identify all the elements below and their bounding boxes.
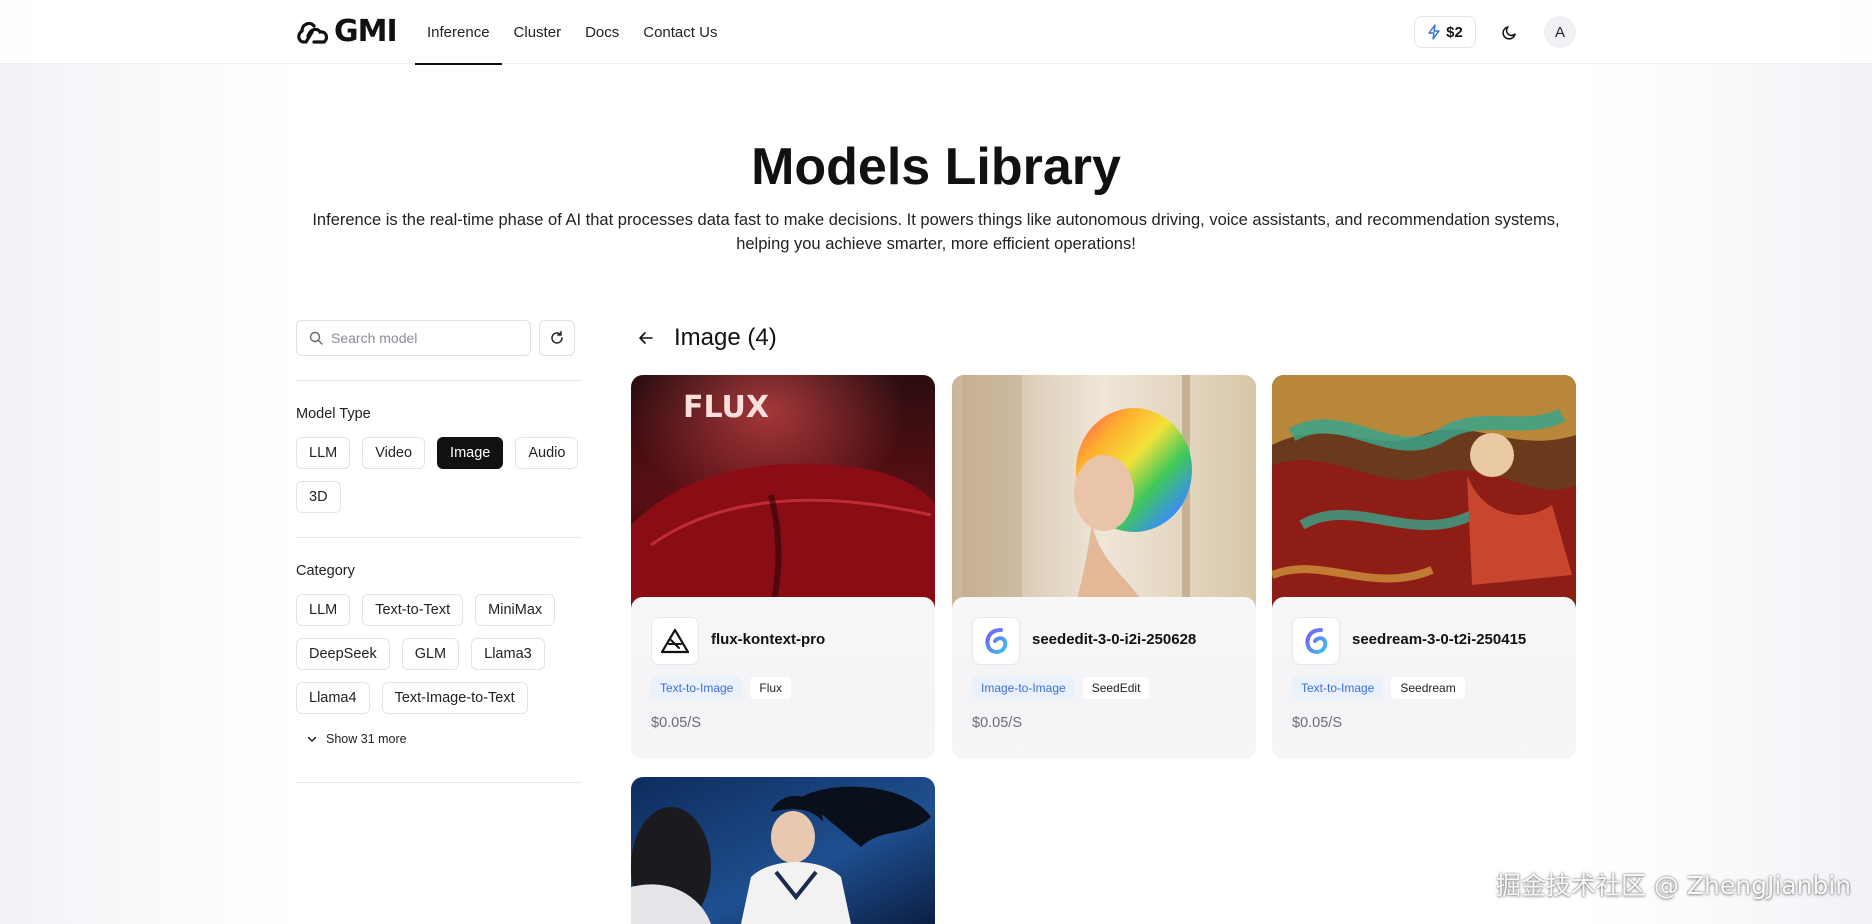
model-price: $0.05/S: [1292, 715, 1342, 731]
refresh-button[interactable]: [539, 320, 575, 356]
seed-logo-icon: [972, 617, 1020, 665]
credit-amount: $2: [1446, 23, 1463, 41]
model-preview-image: [952, 375, 1256, 615]
model-card-4[interactable]: [631, 777, 935, 924]
show-more-label: Show 31 more: [326, 732, 407, 746]
page-description: Inference is the real-time phase of AI t…: [296, 208, 1576, 256]
category-title: Image (4): [674, 324, 777, 351]
model-type-image[interactable]: Image: [437, 437, 504, 469]
model-card-flux-kontext-pro[interactable]: FLUX flux-kontext-pro Text-to-Image Flux…: [631, 375, 935, 759]
sidebar-divider: [296, 537, 582, 538]
show-more-categories-button[interactable]: Show 31 more: [306, 732, 407, 746]
model-family-tag: Flux: [750, 677, 792, 699]
category-text-to-text[interactable]: Text-to-Text: [362, 594, 464, 626]
model-type-filters: LLM Video Image Audio 3D: [296, 437, 586, 513]
model-price: $0.05/S: [972, 715, 1022, 731]
page-description-line-2: helping you achieve smarter, more effici…: [736, 235, 1136, 253]
flux-sign-text: FLUX: [683, 390, 769, 425]
nav-inference[interactable]: Inference: [415, 0, 502, 65]
search-icon: [309, 331, 323, 345]
main-nav: Inference Cluster Docs Contact Us: [415, 0, 729, 65]
search-input[interactable]: [331, 330, 521, 346]
model-name: seededit-3-0-i2i-250628: [1032, 631, 1197, 648]
cloud-link-logo-icon: [297, 21, 329, 44]
model-tags: Image-to-Image SeedEdit: [972, 677, 1150, 699]
category-llama3[interactable]: Llama3: [471, 638, 545, 670]
model-type-tag: Text-to-Image: [1292, 677, 1384, 699]
model-type-label: Model Type: [296, 406, 371, 422]
nav-docs[interactable]: Docs: [573, 0, 631, 64]
model-type-audio[interactable]: Audio: [515, 437, 579, 469]
sidebar-divider: [296, 782, 582, 783]
model-card-seedream[interactable]: seedream-3-0-t2i-250415 Text-to-Image Se…: [1272, 375, 1576, 759]
category-text-image-to-text[interactable]: Text-Image-to-Text: [381, 682, 528, 714]
nav-cluster[interactable]: Cluster: [502, 0, 574, 64]
lightning-icon: [1428, 24, 1440, 40]
category-filters: LLM Text-to-Text MiniMax DeepSeek GLM Ll…: [296, 594, 586, 714]
model-price: $0.05/S: [651, 715, 701, 731]
category-llm[interactable]: LLM: [296, 594, 351, 626]
page-description-line-1: Inference is the real-time phase of AI t…: [312, 211, 1560, 229]
model-type-video[interactable]: Video: [362, 437, 426, 469]
category-deepseek[interactable]: DeepSeek: [296, 638, 390, 670]
model-name: flux-kontext-pro: [711, 631, 826, 648]
refresh-icon: [551, 331, 563, 344]
model-type-tag: Text-to-Image: [651, 677, 743, 699]
model-tags: Text-to-Image Flux: [651, 677, 792, 699]
model-preview-image: FLUX: [631, 375, 935, 615]
model-type-llm[interactable]: LLM: [296, 437, 351, 469]
model-card-info: seededit-3-0-i2i-250628 Image-to-Image S…: [952, 597, 1256, 759]
category-label: Category: [296, 563, 355, 579]
brand-logo[interactable]: GMI: [296, 14, 398, 49]
watermark-text: 掘金技术社区 @ ZhengJianbin: [1496, 871, 1852, 900]
user-avatar[interactable]: A: [1544, 16, 1576, 48]
brand-name: GMI: [334, 14, 398, 49]
moon-icon: [1502, 26, 1516, 40]
search-field[interactable]: [296, 320, 531, 356]
chevron-down-icon: [307, 736, 317, 742]
model-preview-image: [1272, 375, 1576, 615]
model-type-tag: Image-to-Image: [972, 677, 1075, 699]
category-minimax[interactable]: MiniMax: [475, 594, 556, 626]
category-llama4[interactable]: Llama4: [296, 682, 370, 714]
theme-toggle-button[interactable]: [1494, 16, 1526, 48]
model-type-3d[interactable]: 3D: [296, 481, 341, 513]
model-family-tag: Seedream: [1391, 677, 1465, 699]
seed-logo-icon: [1292, 617, 1340, 665]
model-card-info: flux-kontext-pro Text-to-Image Flux $0.0…: [631, 597, 935, 759]
model-tags: Text-to-Image Seedream: [1292, 677, 1465, 699]
category-glm[interactable]: GLM: [401, 638, 460, 670]
arrow-left-icon: [639, 332, 653, 344]
flux-logo-icon: [651, 617, 699, 665]
sidebar-divider: [296, 380, 582, 381]
credit-balance-button[interactable]: $2: [1414, 16, 1476, 48]
top-navigation-bar: GMI Inference Cluster Docs Contact Us $2…: [0, 0, 1872, 65]
page-title: Models Library: [751, 138, 1121, 196]
model-family-tag: SeedEdit: [1082, 677, 1150, 699]
model-card-info: seedream-3-0-t2i-250415 Text-to-Image Se…: [1272, 597, 1576, 759]
back-button[interactable]: [638, 326, 658, 350]
model-card-seededit[interactable]: seededit-3-0-i2i-250628 Image-to-Image S…: [952, 375, 1256, 759]
model-name: seedream-3-0-t2i-250415: [1352, 631, 1527, 648]
nav-contact-us[interactable]: Contact Us: [631, 0, 729, 64]
model-preview-image: [631, 777, 935, 924]
